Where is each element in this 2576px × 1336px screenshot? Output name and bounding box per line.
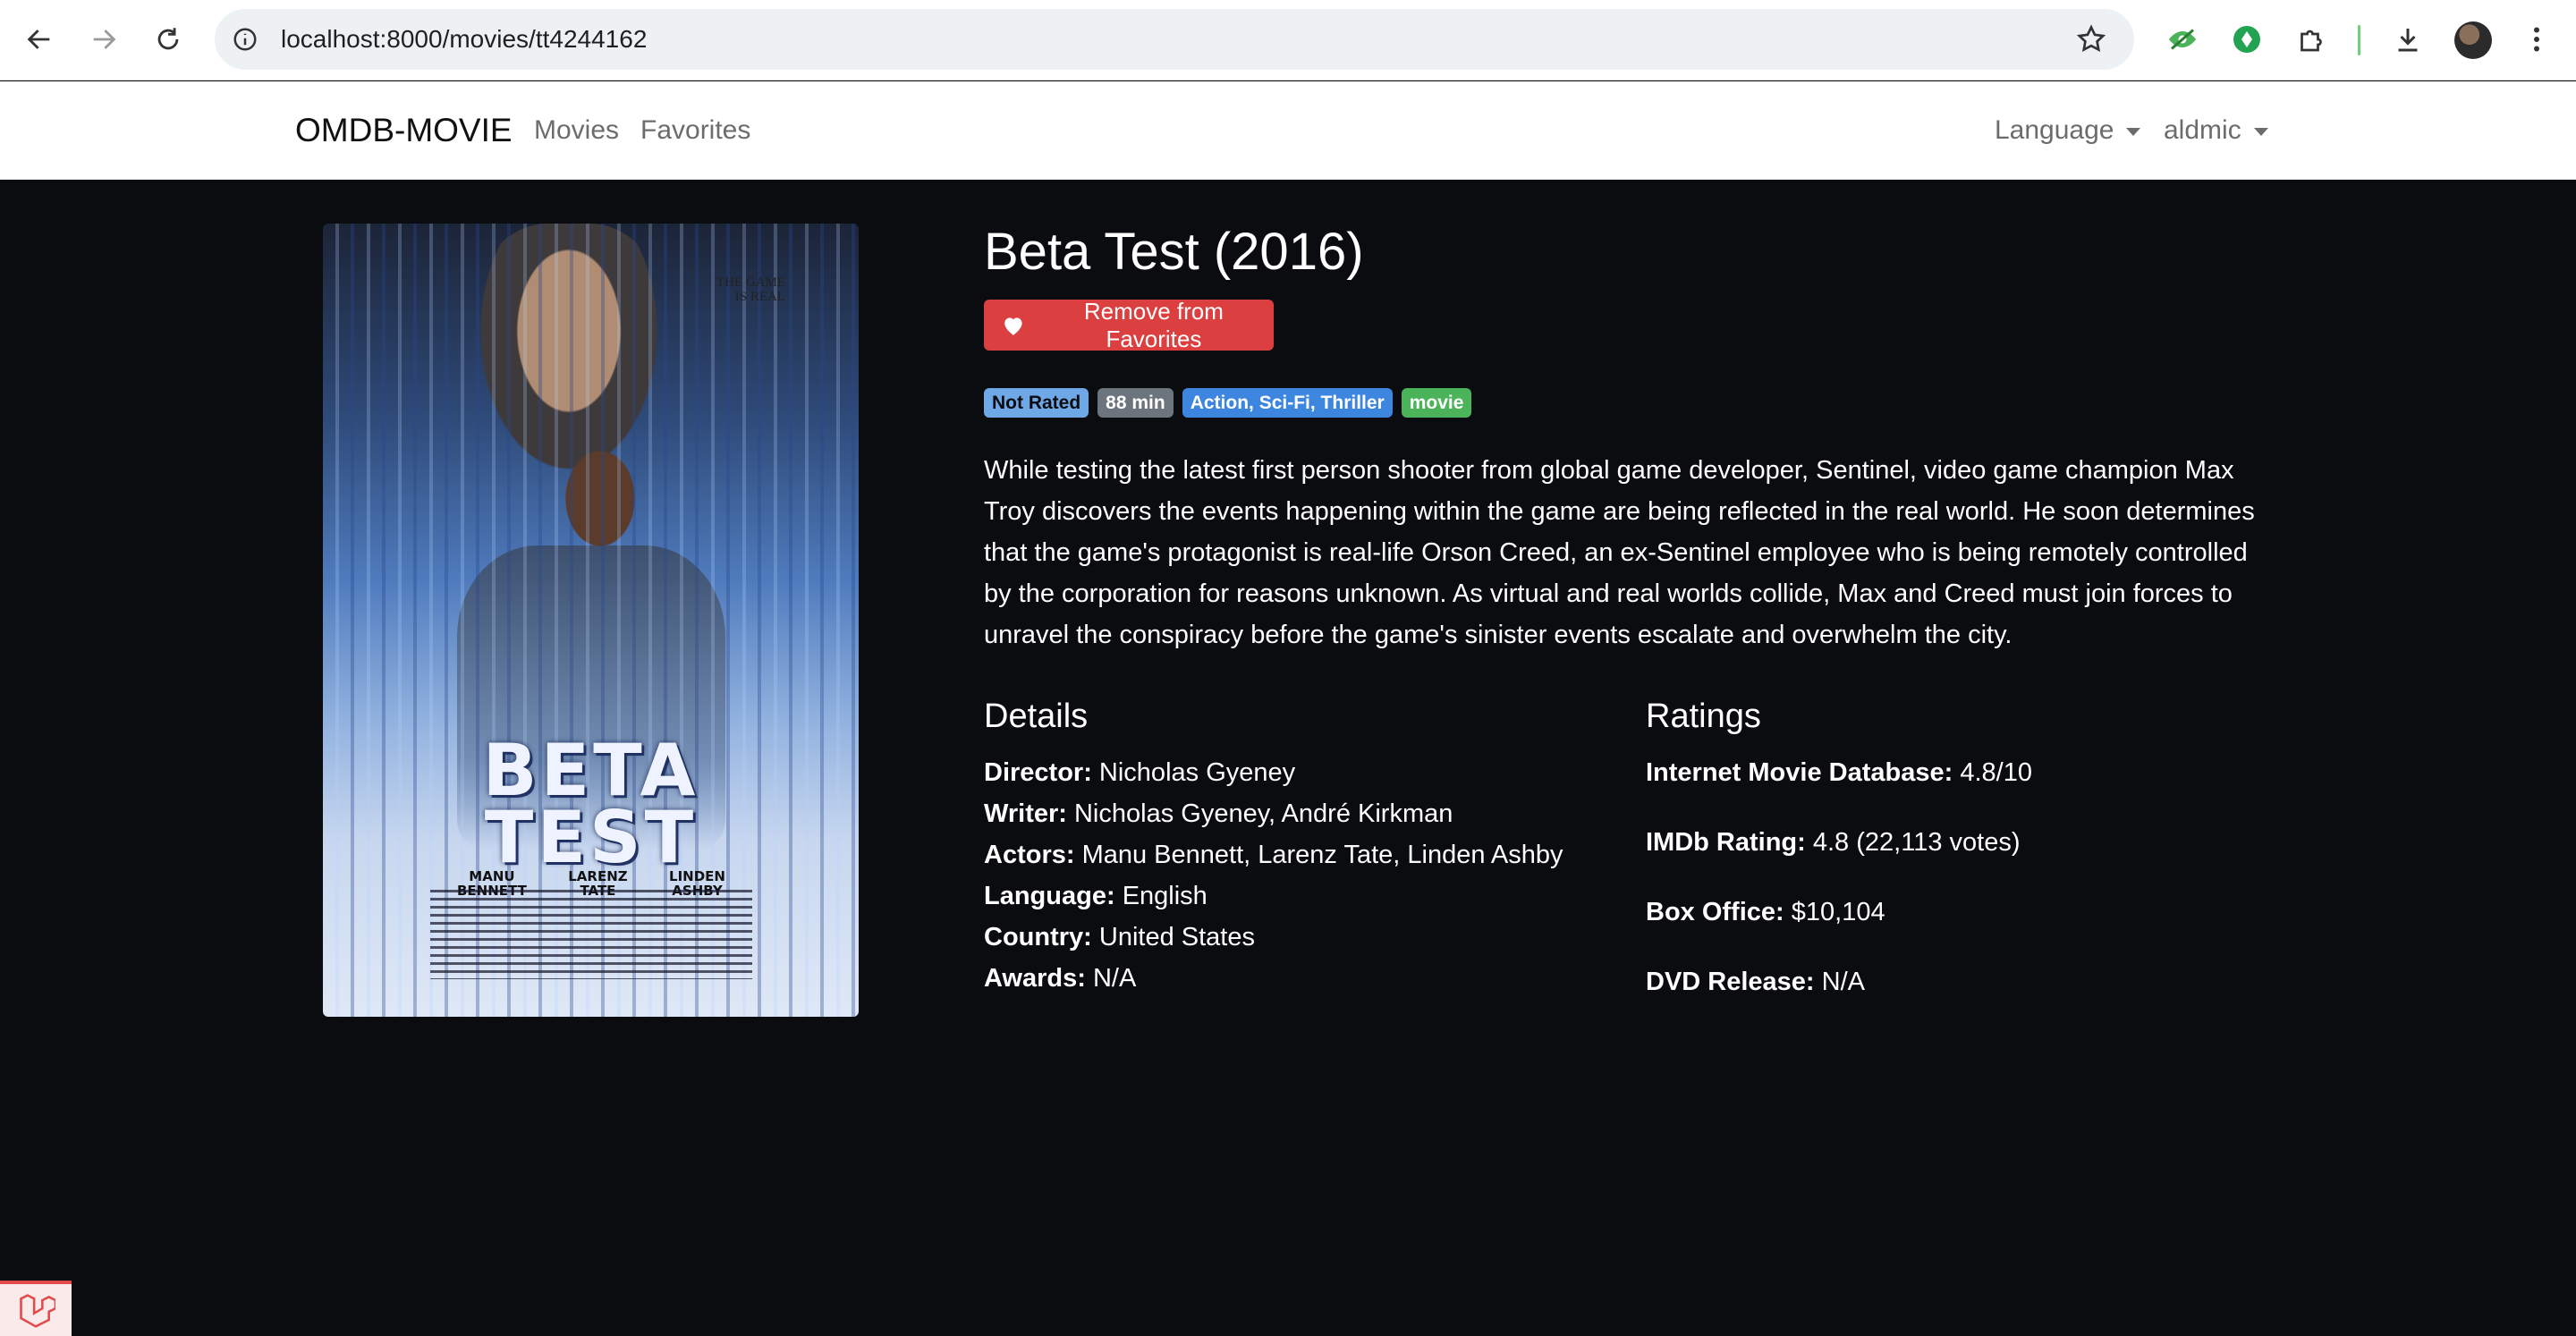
nav-link-movies[interactable]: Movies <box>534 81 619 180</box>
language-dropdown[interactable]: Language <box>1995 81 2141 180</box>
forward-button[interactable] <box>84 20 123 59</box>
reload-button[interactable] <box>148 20 188 59</box>
badge-row: Not Rated 88 min Action, Sci-Fi, Thrille… <box>984 388 1472 418</box>
address-bar[interactable]: localhost:8000/movies/tt4244162 <box>215 9 2134 70</box>
debugbar-toggle[interactable] <box>0 1281 72 1336</box>
detail-row: Actors: Manu Bennett, Larenz Tate, Linde… <box>984 841 1563 869</box>
site-info-icon[interactable] <box>227 21 263 57</box>
poster-title-line-2: TEST <box>484 796 698 879</box>
genre-badge: Action, Sci-Fi, Thriller <box>1182 388 1393 418</box>
browser-toolbar: localhost:8000/movies/tt4244162 <box>0 0 2576 80</box>
detail-row: Country: United States <box>984 923 1255 951</box>
details-heading: Details <box>984 698 1089 735</box>
download-icon[interactable] <box>2388 20 2428 59</box>
rating-row: DVD Release: N/A <box>1646 968 1865 996</box>
arrow-right-icon <box>93 30 116 49</box>
arrow-left-icon <box>27 30 50 49</box>
poster-credits-block <box>430 890 752 979</box>
type-badge: movie <box>1401 388 1472 418</box>
nav-link-favorites[interactable]: Favorites <box>640 81 750 180</box>
puzzle-extension-icon[interactable] <box>2292 20 2331 59</box>
runtime-badge: 88 min <box>1097 388 1174 418</box>
remove-from-favorites-label: Remove from Favorites <box>1083 297 1224 352</box>
ratings-heading: Ratings <box>1646 698 1761 735</box>
language-label: Language <box>1995 115 2114 145</box>
heart-icon <box>1004 317 1022 335</box>
movie-poster: THE GAME IS REAL BETA TEST MANUBENNETT L… <box>323 224 859 1017</box>
movie-title: Beta Test (2016) <box>984 223 1364 281</box>
poster-tagline: THE GAME IS REAL <box>716 275 785 304</box>
detail-row: Director: Nicholas Gyeney <box>984 758 1296 787</box>
detail-row: Language: English <box>984 882 1208 910</box>
rated-badge: Not Rated <box>984 388 1089 418</box>
remove-from-favorites-button[interactable]: Remove from Favorites <box>984 297 1274 352</box>
eye-extension-icon[interactable] <box>2163 20 2202 59</box>
app-navbar: OMDB-MOVIE Movies Favorites Language ald… <box>0 81 2576 180</box>
green-extension-icon[interactable] <box>2227 20 2267 59</box>
laravel-logo-icon <box>20 1294 55 1328</box>
profile-avatar[interactable] <box>2454 21 2492 59</box>
chevron-down-icon <box>2253 127 2268 136</box>
user-dropdown[interactable]: aldmic <box>2164 81 2268 180</box>
user-name: aldmic <box>2164 115 2241 145</box>
rating-row: IMDb Rating: 4.8 (22,113 votes) <box>1646 828 2021 857</box>
star-icon[interactable] <box>2075 23 2107 55</box>
detail-row: Awards: N/A <box>984 964 1137 993</box>
more-menu-icon[interactable] <box>2517 20 2556 59</box>
detail-row: Writer: Nicholas Gyeney, André Kirkman <box>984 799 1453 828</box>
back-button[interactable] <box>20 20 59 59</box>
rating-row: Internet Movie Database: 4.8/10 <box>1646 758 2032 787</box>
brand-logo[interactable]: OMDB-MOVIE <box>295 81 513 180</box>
chevron-down-icon <box>2126 127 2141 136</box>
url-text[interactable]: localhost:8000/movies/tt4244162 <box>281 9 647 70</box>
movie-plot: While testing the latest first person sh… <box>984 456 2255 649</box>
toolbar-separator <box>2358 25 2360 55</box>
reload-icon <box>157 28 179 50</box>
rating-row: Box Office: $10,104 <box>1646 898 1885 926</box>
